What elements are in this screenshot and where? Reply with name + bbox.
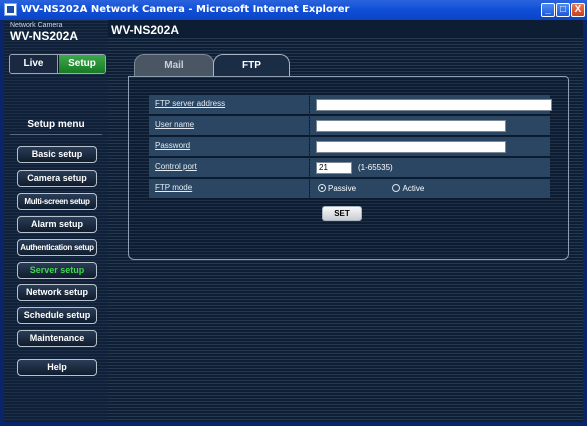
menu-multi-screen-setup[interactable]: Multi-screen setup [17, 193, 97, 210]
sidebar: Network Camera WV-NS202A Live Setup Setu… [4, 20, 108, 422]
menu-camera-setup[interactable]: Camera setup [17, 170, 97, 187]
tab-ftp[interactable]: FTP [213, 54, 290, 77]
menu-basic-setup[interactable]: Basic setup [17, 146, 97, 163]
close-button[interactable]: X [571, 3, 585, 17]
mode-switch: Live Setup [9, 54, 106, 74]
radio-active[interactable]: Active [392, 184, 424, 193]
logo-model: WV-NS202A [10, 29, 79, 43]
radio-passive[interactable]: Passive [318, 184, 356, 193]
ftp-mode-radio-group: Passive Active [318, 184, 424, 193]
menu-alarm-setup[interactable]: Alarm setup [17, 216, 97, 233]
menu-network-setup[interactable]: Network setup [17, 284, 97, 301]
ftp-server-address-input[interactable] [316, 99, 552, 111]
title-bar: WV-NS202A Network Camera - Microsoft Int… [0, 0, 587, 20]
help-button[interactable]: Help [17, 359, 97, 376]
form-row-user-name: User name [149, 116, 550, 137]
internet-explorer-icon [4, 3, 17, 16]
form-row-server-address: FTP server address [149, 95, 552, 116]
user-name-label[interactable]: User name [155, 120, 194, 129]
form-row-ftp-mode: FTP mode Passive Active [149, 179, 550, 200]
form-row-control-port: Control port 21 (1-65535) [149, 158, 550, 179]
page-title: WV-NS202A [111, 23, 180, 37]
user-name-input[interactable] [316, 120, 506, 132]
ftp-settings-form: FTP server address User name Password Co… [149, 95, 552, 200]
browser-window: WV-NS202A Network Camera - Microsoft Int… [0, 0, 587, 426]
menu-maintenance[interactable]: Maintenance [17, 330, 97, 347]
menu-authentication-setup[interactable]: Authentication setup [17, 239, 97, 256]
radio-selected-icon [318, 184, 326, 192]
page-content: Network Camera WV-NS202A Live Setup Setu… [4, 20, 583, 422]
tab-mail[interactable]: Mail [134, 54, 214, 77]
control-port-range: (1-65535) [358, 163, 393, 172]
ftp-mode-label[interactable]: FTP mode [155, 183, 192, 192]
ftp-tab-panel: FTP server address User name Password Co… [128, 76, 569, 260]
minimize-button[interactable]: _ [541, 3, 555, 17]
form-row-password: Password [149, 137, 550, 158]
radio-unselected-icon [392, 184, 401, 192]
setup-menu-title: Setup menu [27, 119, 85, 130]
maximize-button[interactable]: □ [556, 3, 570, 17]
window-title: WV-NS202A Network Camera - Microsoft Int… [21, 4, 350, 15]
menu-server-setup[interactable]: Server setup [17, 262, 97, 279]
control-port-input[interactable]: 21 [316, 162, 352, 174]
control-port-label[interactable]: Control port [155, 162, 197, 171]
live-button[interactable]: Live [10, 55, 58, 73]
set-button[interactable]: SET [322, 206, 362, 221]
setup-button[interactable]: Setup [59, 55, 105, 73]
divider [10, 134, 102, 135]
menu-schedule-setup[interactable]: Schedule setup [17, 307, 97, 324]
main-panel: Mail FTP FTP server address User name Pa… [108, 38, 583, 422]
password-label[interactable]: Password [155, 141, 190, 150]
ftp-server-address-label[interactable]: FTP server address [155, 99, 225, 108]
logo-subtitle: Network Camera [10, 22, 63, 29]
password-input[interactable] [316, 141, 506, 153]
